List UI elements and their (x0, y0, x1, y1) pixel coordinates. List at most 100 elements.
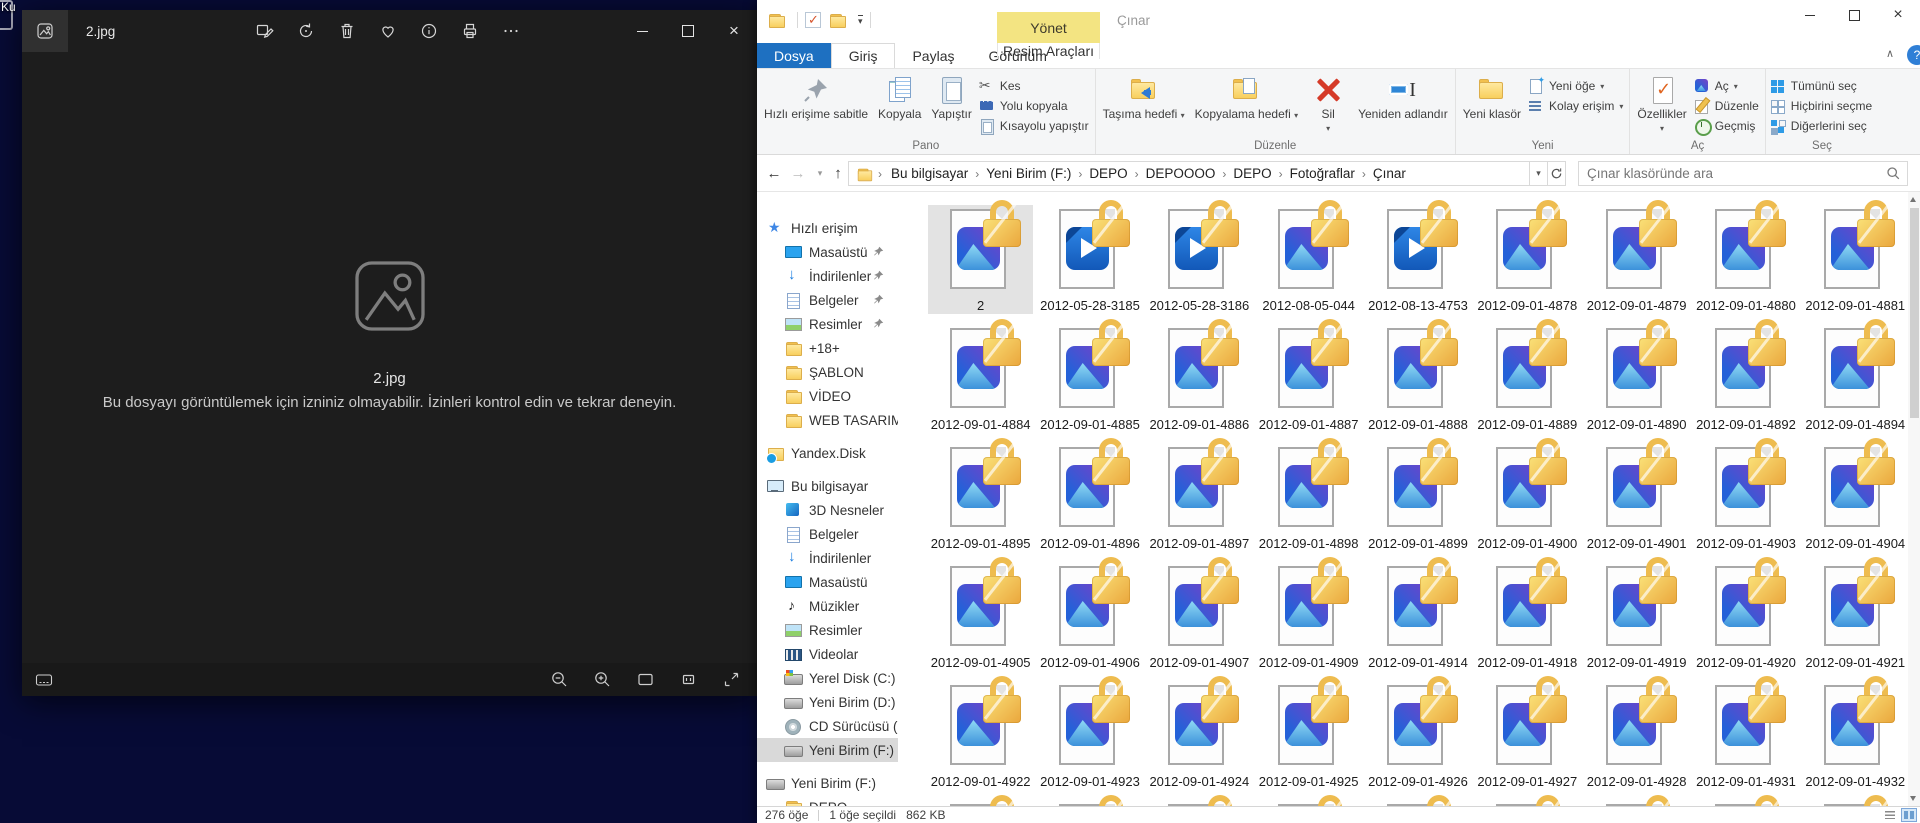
file-item[interactable]: 2012-09-01-4898 (1256, 438, 1361, 552)
pin-to-quick-access-button[interactable]: Hızlı erişime sabitle (759, 71, 873, 121)
print-icon[interactable] (459, 21, 480, 42)
photos-app-button[interactable] (22, 10, 68, 52)
edit-button[interactable]: Düzenle (1694, 96, 1759, 116)
new-folder-icon[interactable] (828, 12, 846, 28)
sidebar-item-belgeler[interactable]: Belgeler (757, 522, 898, 546)
sidebar-item-depo[interactable]: DEPO (757, 795, 898, 806)
file-item[interactable]: 2012-09-01-4920 (1693, 557, 1798, 671)
file-item[interactable]: 2012-09-01-4907 (1147, 557, 1252, 671)
breadcrumb-segment[interactable]: DEPO (1226, 166, 1278, 181)
sidebar-item-resimler[interactable]: Resimler (757, 312, 898, 336)
sidebar-item--ablon[interactable]: ŞABLON (757, 360, 898, 384)
forward-icon[interactable]: → (787, 155, 809, 192)
file-item[interactable]: 2012-08-13-4753 (1365, 200, 1470, 314)
file-item[interactable]: 2012-09-01-4880 (1693, 200, 1798, 314)
easy-access-button[interactable]: Kolay erişim ▾ (1528, 96, 1623, 116)
file-item[interactable]: 2012-09-01-4895 (928, 438, 1033, 552)
tab-picture-tools[interactable]: Resim Araçları (997, 43, 1100, 59)
close-button[interactable]: × (711, 10, 757, 52)
file-item[interactable]: 2012-09-01-4931 (1693, 676, 1798, 790)
help-icon[interactable]: ? (1907, 45, 1920, 65)
file-item[interactable]: 2012-09-01-4881 (1803, 200, 1908, 314)
file-item[interactable]: 2012-09-01-4885 (1037, 319, 1142, 433)
file-item[interactable]: 2012-09-01-4886 (1147, 319, 1252, 433)
open-button[interactable]: Aç ▾ (1694, 76, 1759, 96)
scroll-down-icon[interactable] (1910, 796, 1916, 801)
sidebar-item-masa-st-[interactable]: Masaüstü (757, 570, 898, 594)
copy-to-button[interactable]: Kopyalama hedefi ▾ (1190, 71, 1303, 121)
file-item[interactable]: 2012-09-01-4914 (1365, 557, 1470, 671)
file-item[interactable]: 2012-09-01-4928 (1584, 676, 1689, 790)
invert-selection-button[interactable]: Diğerlerini seç (1770, 116, 1872, 136)
file-item[interactable]: 2012-09-01-4887 (1256, 319, 1361, 433)
sidebar-section-h-zl-eri-im[interactable]: Hızlı erişim (757, 216, 898, 240)
favorite-icon[interactable] (377, 21, 398, 42)
thumbnails-view-button[interactable] (1901, 808, 1917, 822)
file-item[interactable]: 2012-09-01-4921 (1803, 557, 1908, 671)
file-item[interactable]: 2012-09-01-4901 (1584, 438, 1689, 552)
delete-button[interactable]: Sil ▾ (1303, 71, 1353, 135)
folder-icon[interactable] (767, 12, 785, 28)
sidebar-item-web-tasarimi-v[interactable]: WEB TASARIMI V (757, 408, 898, 432)
file-item[interactable]: 2012-09-01-4904 (1803, 438, 1908, 552)
sidebar-item-belgeler[interactable]: Belgeler (757, 288, 898, 312)
file-item[interactable]: 2012-08-05-044 (1256, 200, 1361, 314)
rotate-icon[interactable] (295, 21, 316, 42)
maximize-button[interactable] (665, 10, 711, 52)
new-folder-button[interactable]: Yeni klasör (1458, 71, 1526, 121)
file-item[interactable]: 2012-09-01-4899 (1365, 438, 1470, 552)
new-item-button[interactable]: Yeni öğe ▾ (1528, 75, 1623, 96)
rename-button[interactable]: Yeniden adlandır (1353, 71, 1453, 121)
tab-share[interactable]: Paylaş (895, 43, 971, 68)
actual-size-icon[interactable] (679, 670, 698, 689)
back-icon[interactable]: ← (763, 155, 785, 192)
copy-button[interactable]: Kopyala (873, 71, 926, 121)
refresh-icon[interactable] (1548, 161, 1566, 186)
sidebar-item-yeni-birim-f-[interactable]: Yeni Birim (F:) (757, 738, 898, 762)
breadcrumb[interactable]: › Bu bilgisayar › Yeni Birim (F:) › DEPO › DEP… (848, 161, 1530, 186)
sidebar-item-i-ndirilenler[interactable]: İndirilenler (757, 264, 898, 288)
file-item[interactable]: 2012-09-01-4906 (1037, 557, 1142, 671)
file-item[interactable]: 2012-05-28-3185 (1037, 200, 1142, 314)
search-box[interactable] (1578, 161, 1908, 186)
breadcrumb-segment[interactable]: Bu bilgisayar (884, 166, 975, 181)
minimize-button[interactable] (1788, 0, 1832, 30)
paste-button[interactable]: Yapıştır (926, 71, 976, 121)
up-icon[interactable]: ↑ (827, 155, 849, 192)
sidebar-item-m-zikler[interactable]: Müzikler (757, 594, 898, 618)
more-icon[interactable] (500, 21, 521, 42)
file-item[interactable]: 2012-09-01-4892 (1693, 319, 1798, 433)
file-item[interactable]: 2012-09-01-4927 (1475, 676, 1580, 790)
properties-button[interactable]: Özellikler▾ (1632, 71, 1691, 135)
file-item[interactable]: 2012-09-01-4924 (1147, 676, 1252, 790)
file-item[interactable]: 2012-05-28-3186 (1147, 200, 1252, 314)
sidebar-section-yandex-disk[interactable]: Yandex.Disk (757, 441, 898, 465)
file-item[interactable]: 2012-09-01-4888 (1365, 319, 1470, 433)
file-item[interactable]: 2012-09-01-4919 (1584, 557, 1689, 671)
scrollbar-thumb[interactable] (1909, 208, 1919, 418)
scroll-up-icon[interactable] (1910, 197, 1916, 202)
sidebar-item-cd-s-r-c-s-e-[interactable]: CD Sürücüsü (E:) (757, 714, 898, 738)
customize-toolbar-caret-icon[interactable]: ▾ (858, 14, 863, 26)
file-item[interactable]: 2012-09-01-4932 (1803, 676, 1908, 790)
file-item[interactable]: 2012-09-01-4922 (928, 676, 1033, 790)
sidebar-section-yeni-birim-f-[interactable]: Yeni Birim (F:) (757, 771, 898, 795)
breadcrumb-segment[interactable]: Yeni Birim (F:) (979, 166, 1078, 181)
file-item[interactable]: 2 (928, 200, 1034, 314)
manage-tab-header[interactable]: Yönet (997, 12, 1100, 43)
file-item[interactable]: 2012-09-01-4909 (1256, 557, 1361, 671)
breadcrumb-segment[interactable]: Fotoğraflar (1283, 166, 1362, 181)
maximize-button[interactable] (1832, 0, 1876, 30)
edit-icon[interactable] (254, 21, 275, 42)
file-item[interactable]: 2012-09-01-4896 (1037, 438, 1142, 552)
file-item[interactable]: 2012-09-01-4894 (1803, 319, 1908, 433)
fit-to-window-icon[interactable] (636, 670, 655, 689)
file-item[interactable]: 2012-09-01-4897 (1147, 438, 1252, 552)
delete-icon[interactable] (336, 21, 357, 42)
sidebar-item-yeni-birim-d-[interactable]: Yeni Birim (D:) (757, 690, 898, 714)
file-list-scrollbar[interactable] (1908, 192, 1920, 806)
sidebar-item-vi-deo[interactable]: VİDEO (757, 384, 898, 408)
properties-icon[interactable] (805, 12, 821, 28)
sidebar-section-bu-bilgisayar[interactable]: Bu bilgisayar (757, 474, 898, 498)
move-to-button[interactable]: Taşıma hedefi ▾ (1098, 71, 1190, 121)
